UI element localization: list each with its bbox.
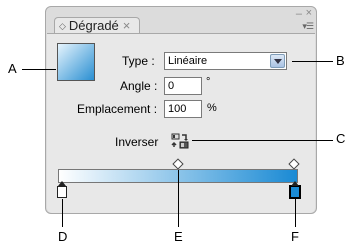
tab-title: Dégradé: [68, 18, 119, 33]
tab-close-icon[interactable]: ×: [123, 18, 131, 33]
gradient-preview-swatch[interactable]: [57, 43, 95, 81]
callout-letter-b: B: [336, 53, 345, 68]
location-unit: %: [207, 102, 217, 114]
angle-label: Angle :: [120, 79, 158, 93]
callout-line-f: [295, 199, 296, 227]
minimize-icon[interactable]: –: [296, 9, 302, 20]
callout-line-e: [178, 170, 179, 227]
callout-letter-a: A: [8, 61, 17, 76]
reverse-label: Inverser: [115, 135, 159, 149]
angle-unit: °: [206, 76, 211, 88]
callout-letter-c: C: [336, 131, 346, 146]
callout-line-d: [62, 199, 63, 227]
callout-line-a: [22, 69, 56, 70]
type-select-value: Linéaire: [168, 55, 208, 67]
location-input[interactable]: 100: [164, 100, 202, 118]
reverse-gradient-icon[interactable]: [171, 133, 189, 149]
panel-tabstrip: ◇ Dégradé × – × ▾☰: [46, 7, 316, 34]
callout-letter-d: D: [58, 229, 68, 244]
callout-line-c: [192, 140, 333, 141]
tab-diamond-icon: ◇: [59, 21, 66, 31]
angle-input[interactable]: 0: [164, 77, 202, 95]
location-label: Emplacement :: [77, 102, 158, 116]
panel-menu-icon[interactable]: ▾☰: [302, 21, 314, 31]
callout-letter-f: F: [291, 229, 299, 244]
callout-letter-e: E: [174, 229, 183, 244]
type-label: Type :: [122, 54, 155, 68]
chevron-down-icon[interactable]: [270, 54, 285, 68]
color-stop-end[interactable]: [289, 181, 301, 199]
close-icon[interactable]: ×: [306, 8, 312, 19]
tab-gradient[interactable]: ◇ Dégradé ×: [54, 17, 140, 34]
callout-line-b: [292, 61, 333, 62]
color-stop-start[interactable]: [57, 181, 67, 198]
type-select[interactable]: Linéaire: [164, 52, 287, 70]
